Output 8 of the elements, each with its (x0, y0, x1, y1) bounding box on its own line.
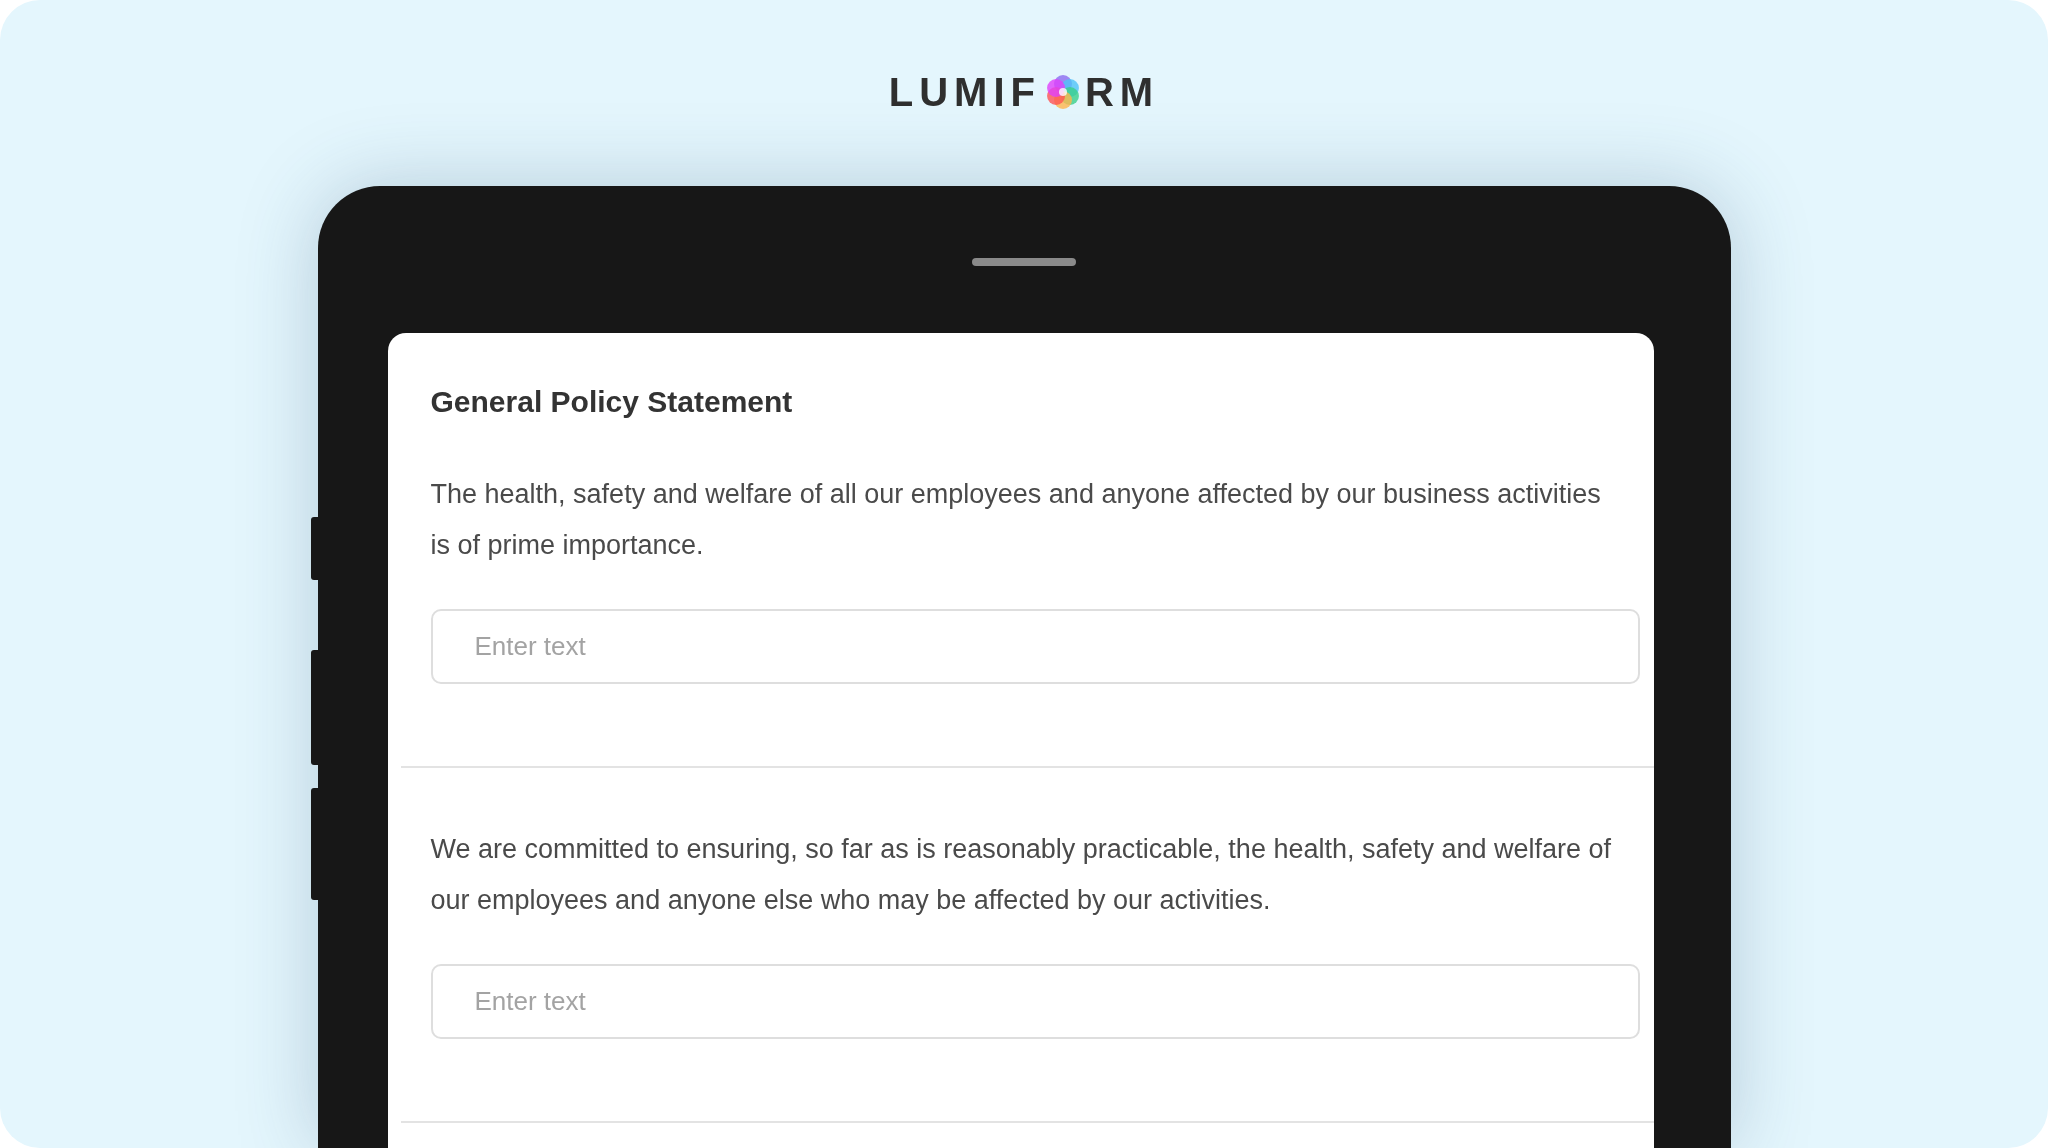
form-title: General Policy Statement (430, 385, 794, 419)
logo-text: LUMIF (888, 72, 1041, 112)
logo-text: RM (1085, 72, 1160, 112)
question-text: The health, safety and welfare of all our employees and anyone affected by our business activities is of prime importance. (430, 478, 1602, 562)
input-field[interactable]: Enter text (430, 964, 1640, 1039)
input-field[interactable]: Enter text (430, 609, 1640, 684)
question-text: We are committed to ensuring, so far as is reasonably practicable, the health, safety and welfare of our employees and anyone else who may be affected by our activities. (430, 833, 1613, 917)
flower-logo-icon (1045, 74, 1081, 110)
